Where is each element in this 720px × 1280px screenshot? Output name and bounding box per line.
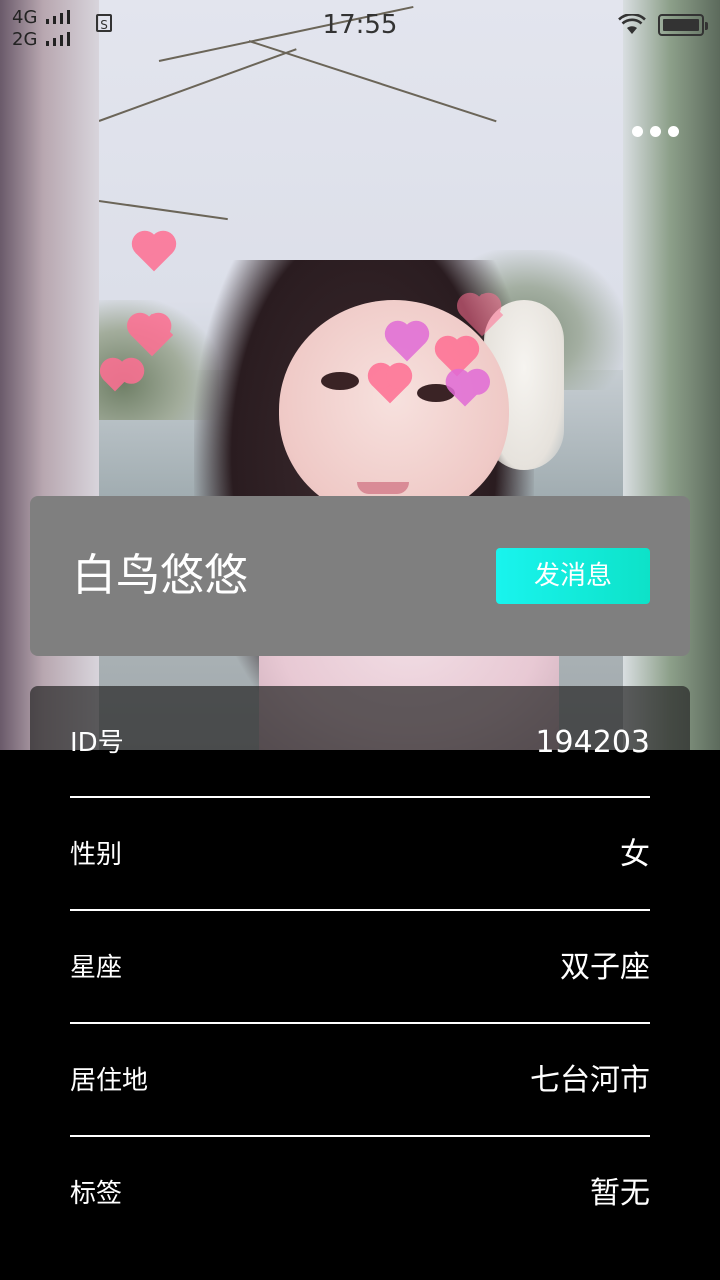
branch-decor: [248, 40, 497, 123]
heart-sticker-icon: [135, 234, 173, 272]
branch-decor: [99, 200, 228, 221]
info-row-residence: 居住地 七台河市: [70, 1024, 650, 1137]
info-row-tags: 标签 暂无: [70, 1137, 650, 1250]
info-label: 标签: [70, 1179, 123, 1209]
info-row-gender: 性别 女: [70, 798, 650, 911]
send-message-button[interactable]: 发消息: [496, 548, 650, 604]
more-options-icon[interactable]: [632, 126, 680, 140]
info-row-zodiac: 星座 双子座: [70, 911, 650, 1024]
profile-name: 白鸟悠悠: [72, 550, 248, 601]
info-label: ID号: [70, 728, 124, 758]
portrait-mouth: [357, 482, 409, 494]
branch-decor: [99, 48, 297, 122]
info-value: 194203: [535, 725, 650, 760]
portrait-eye: [321, 372, 359, 390]
info-label: 居住地: [70, 1066, 149, 1096]
profile-name-card: 白鸟悠悠 发消息: [30, 496, 690, 656]
status-time: 17:55: [322, 10, 398, 40]
info-value: 七台河市: [530, 1063, 650, 1098]
info-value: 双子座: [560, 950, 650, 985]
status-bar: 4G 2G S 17:55: [0, 0, 720, 50]
info-row-id: ID号 194203: [70, 686, 650, 799]
info-value: 女: [620, 837, 650, 872]
battery-icon: [658, 14, 708, 36]
info-label: 星座: [70, 953, 123, 983]
info-value: 暂无: [590, 1176, 650, 1211]
info-label: 性别: [70, 840, 123, 870]
wifi-icon: [618, 14, 646, 34]
